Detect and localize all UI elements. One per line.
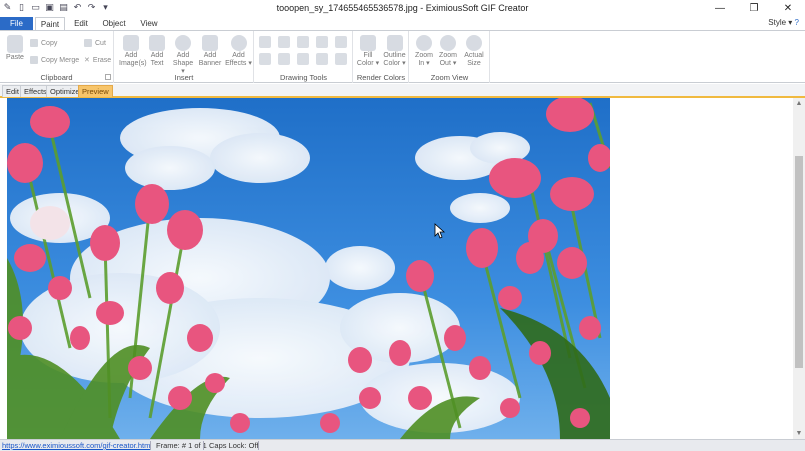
eraser-icon[interactable]: [335, 53, 347, 65]
lasso-icon[interactable]: [297, 36, 309, 48]
magic-select-icon[interactable]: [316, 36, 328, 48]
outline-pen-icon: [386, 35, 403, 51]
zoom-view-label: Zoom View: [430, 73, 469, 82]
image-icon: [123, 35, 139, 51]
bucket-icon[interactable]: [278, 53, 290, 65]
frame-status: Frame: # 1 of 1: [156, 441, 207, 450]
tab-paint[interactable]: Paint: [35, 17, 65, 30]
status-bar: https://www.eximioussoft.com/gif-creator…: [0, 439, 805, 451]
drawing-tools-label: Drawing Tools: [280, 73, 327, 82]
clipboard-group: Paste Copy Copy Merge Cut ✕ Erase Clipboa…: [0, 31, 114, 83]
maximize-button[interactable]: ❐: [737, 0, 771, 17]
window-title: tooopen_sy_174655465536578.jpg - Eximiou…: [276, 3, 529, 13]
scrollbar-thumb[interactable]: [795, 156, 803, 368]
rotate-icon[interactable]: [259, 53, 271, 65]
crop-icon[interactable]: [278, 36, 290, 48]
website-link[interactable]: https://www.eximioussoft.com/gif-creator…: [2, 440, 150, 451]
tab-object[interactable]: Object: [100, 17, 128, 30]
actual-size-button[interactable]: Actual Size: [461, 35, 487, 68]
preview-image: [7, 98, 610, 439]
help-icon: ?: [794, 18, 799, 27]
add-images-button[interactable]: Add Image(s): [119, 35, 147, 68]
title-bar: ✎ ▯ ▭ ▣ ▤ ↶ ↷ ▾ tooopen_sy_1746554655365…: [0, 0, 805, 17]
effects-icon: [230, 35, 247, 51]
ribbon-tabs: File Paint Edit Object View Style ▾ ?: [0, 17, 805, 30]
style-menu[interactable]: Style ▾ ?: [768, 18, 799, 27]
fill-bucket-icon: [360, 35, 376, 51]
minimize-button[interactable]: —: [703, 0, 737, 17]
close-button[interactable]: ✕: [771, 0, 805, 17]
add-text-button[interactable]: Add Text: [146, 35, 168, 68]
view-subtabs: Edit Effects Optimize Preview: [0, 84, 805, 98]
outline-color-button[interactable]: Outline Color ▾: [381, 35, 408, 68]
copy-button[interactable]: Copy: [30, 39, 57, 47]
scroll-down-icon: ▼: [795, 430, 803, 437]
select-arrow-icon[interactable]: [259, 36, 271, 48]
paste-icon: [7, 35, 23, 53]
copy-merge-icon: [30, 56, 38, 64]
cut-icon: [84, 39, 92, 47]
scroll-up-icon: ▲: [795, 100, 803, 107]
insert-group: Add Image(s) Add Text Add Shape ▾ Add Banner…: [115, 31, 254, 83]
clipboard-launcher-icon[interactable]: [105, 74, 111, 80]
zoom-in-button[interactable]: Zoom In ▾: [413, 35, 435, 68]
add-shape-button[interactable]: Add Shape ▾: [171, 35, 195, 76]
tab-file[interactable]: File: [0, 17, 33, 30]
tab-view[interactable]: View: [138, 17, 160, 30]
zoom-out-button[interactable]: Zoom Out ▾: [437, 35, 459, 68]
render-colors-label: Render Colors: [356, 73, 406, 82]
paste-button[interactable]: Paste: [4, 35, 26, 62]
insert-label: Insert: [174, 73, 194, 82]
zoom-view-group: Zoom In ▾ Zoom Out ▾ Actual Size Zoom View: [410, 31, 490, 83]
fill-color-button[interactable]: Fill Color ▾: [356, 35, 380, 68]
canvas-area[interactable]: ▲ ▼: [0, 98, 805, 439]
drawing-tools-group: Drawing Tools: [255, 31, 353, 83]
brush-icon[interactable]: [316, 53, 328, 65]
erase-icon: ✕: [84, 57, 90, 64]
banner-icon: [202, 35, 218, 51]
subtab-preview[interactable]: Preview: [78, 85, 113, 97]
erase-button[interactable]: ✕ Erase: [84, 56, 111, 65]
wand-icon[interactable]: [335, 36, 347, 48]
render-colors-group: Fill Color ▾ Outline Color ▾ Render Colors: [354, 31, 409, 83]
text-icon: [149, 35, 165, 51]
copy-merge-button[interactable]: Copy Merge: [30, 56, 79, 64]
pencil-icon[interactable]: [297, 53, 309, 65]
shape-icon: [175, 35, 191, 51]
zoom-out-icon: [440, 35, 456, 51]
add-banner-button[interactable]: Add Banner: [197, 35, 223, 68]
tab-edit[interactable]: Edit: [70, 17, 92, 30]
actual-size-icon: [466, 35, 482, 51]
vertical-scrollbar[interactable]: ▲ ▼: [793, 98, 805, 439]
clipboard-label: Clipboard: [40, 73, 73, 82]
zoom-in-icon: [416, 35, 432, 51]
copy-icon: [30, 39, 38, 47]
cut-button[interactable]: Cut: [84, 39, 106, 47]
caps-lock-status: Caps Lock: Off: [209, 441, 259, 450]
add-effects-button[interactable]: Add Effects ▾: [224, 35, 253, 68]
ribbon: Paste Copy Copy Merge Cut ✕ Erase Clipboa…: [0, 30, 805, 83]
